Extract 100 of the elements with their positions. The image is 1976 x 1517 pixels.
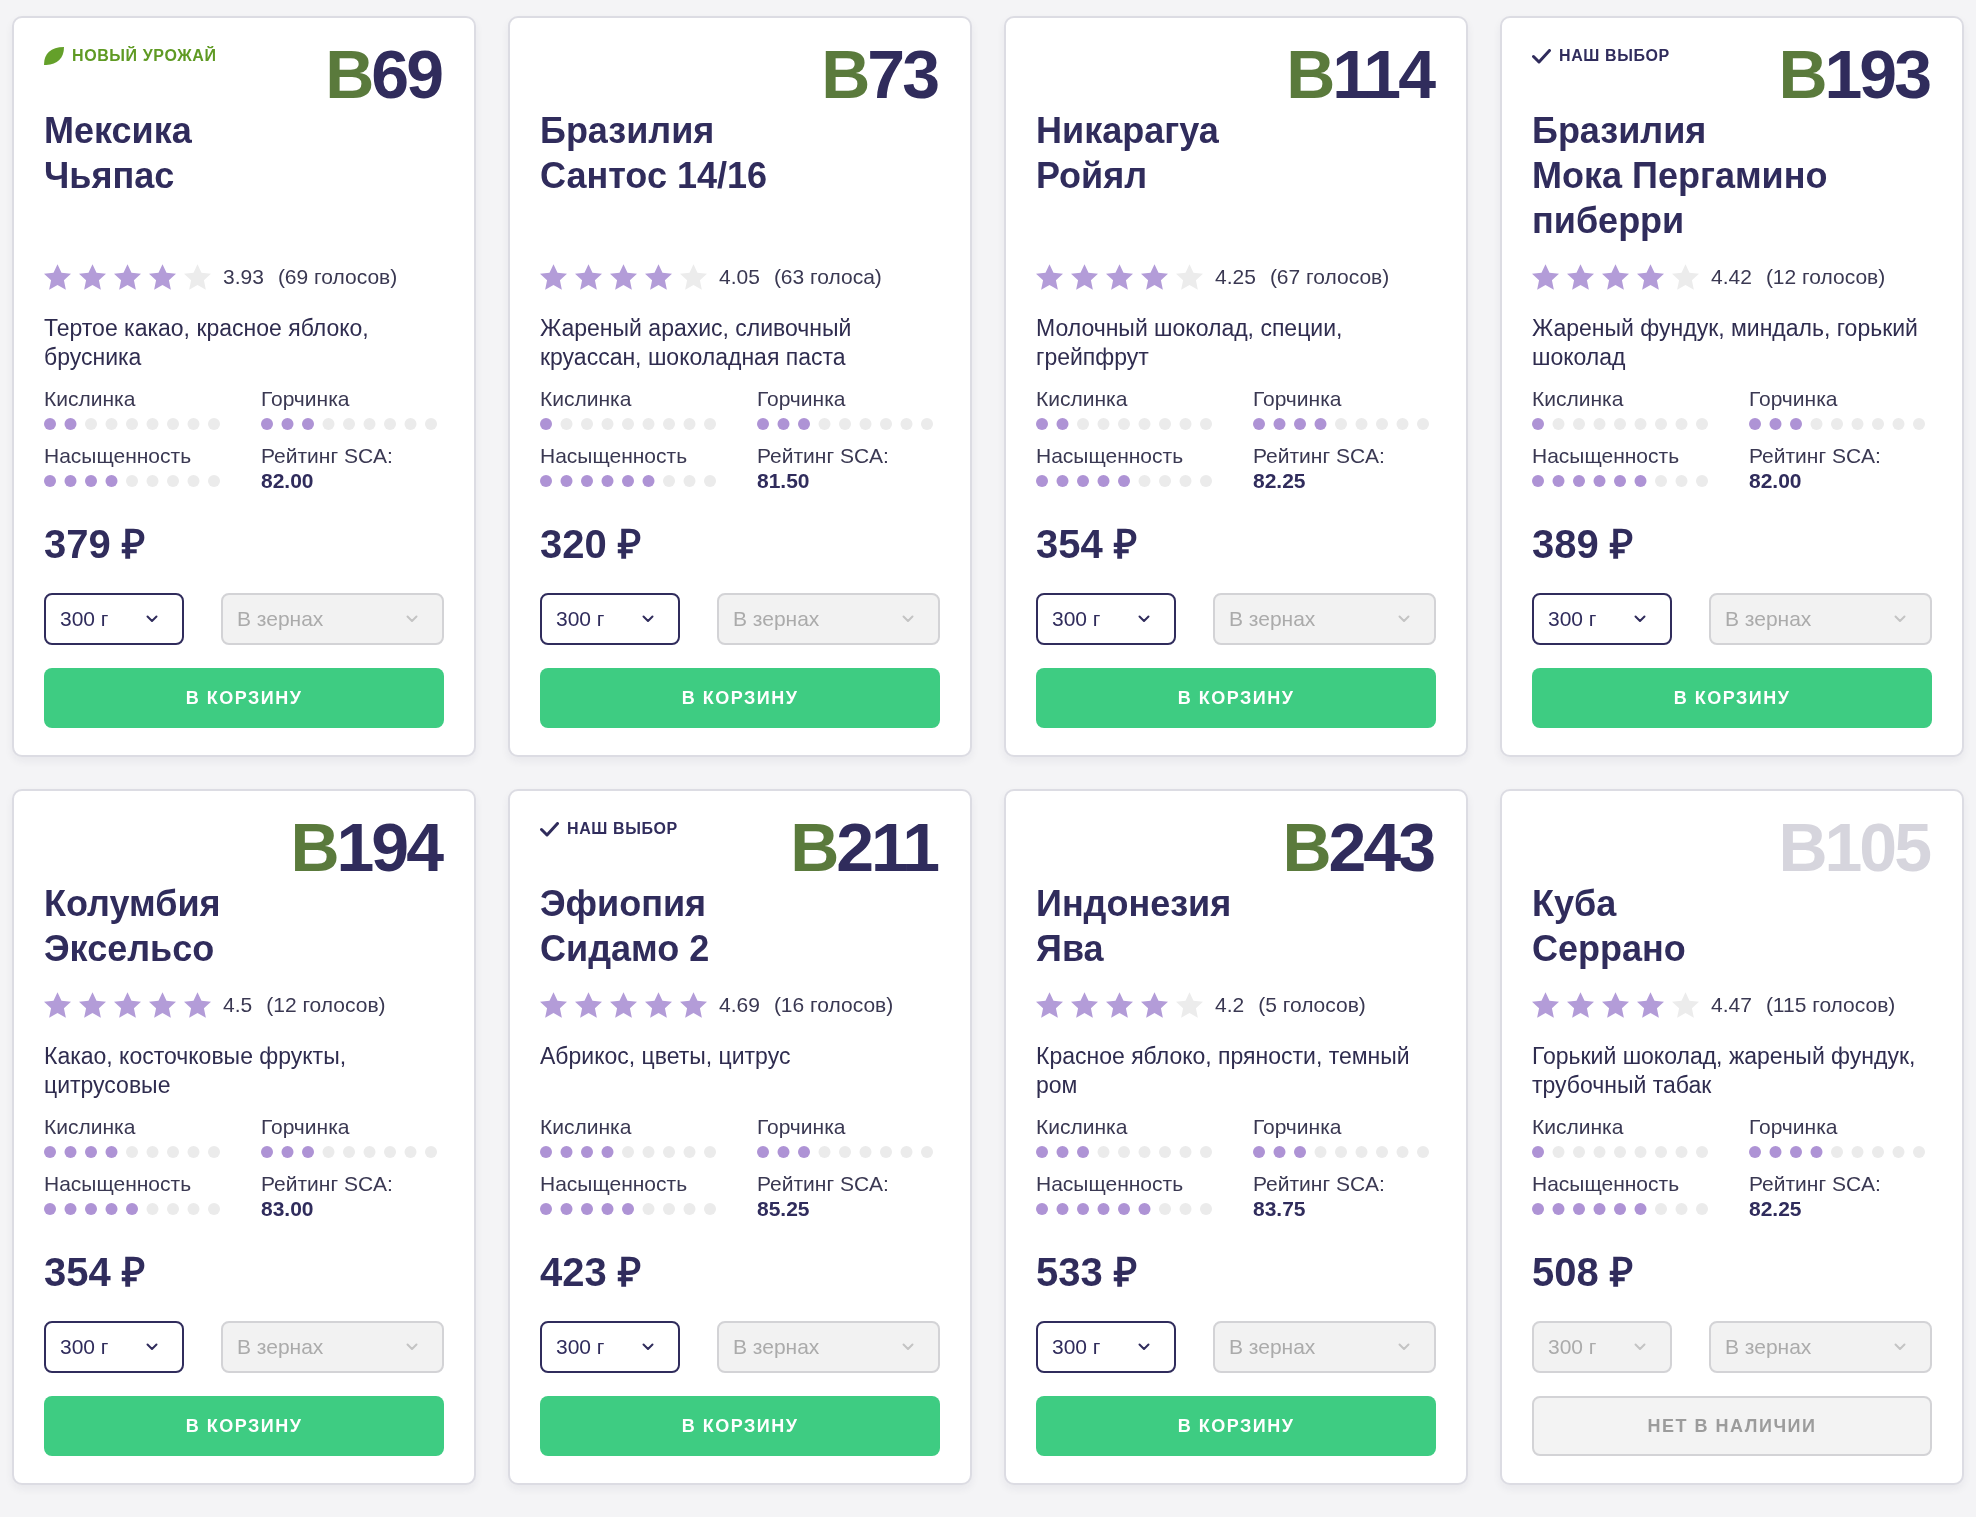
- attribute-label: Насыщенность: [44, 443, 193, 469]
- star-icon: [1532, 263, 1559, 290]
- vote-count: (12 голосов): [266, 991, 386, 1018]
- add-to-cart-button[interactable]: В КОРЗИНУ: [540, 1396, 940, 1456]
- flavor-description: Какао, косточковые фрукты, цитрусовые: [44, 1042, 348, 1100]
- star-icon: [1637, 991, 1664, 1018]
- attribute-label: Горчинка: [1749, 386, 1839, 412]
- attribute-label: Кислинка: [1036, 1114, 1129, 1140]
- flavor-description: Тертое какао, красное яблоко, брусника: [44, 314, 370, 372]
- star-icon: [79, 263, 106, 290]
- sca-score: 82.00: [1749, 469, 1803, 493]
- caret-icon: [902, 615, 914, 623]
- attribute-label: Горчинка: [1253, 1114, 1343, 1140]
- star-icon: [540, 991, 567, 1018]
- star-icon: [540, 263, 567, 290]
- leaf-icon: [44, 47, 64, 65]
- vote-count: (63 голоса): [773, 263, 882, 290]
- star-icon: [184, 991, 211, 1018]
- rating-value: 4.2: [1215, 991, 1245, 1018]
- caret-icon: [146, 615, 158, 623]
- attribute-label: Рейтинг SCA:: [1253, 443, 1386, 469]
- attribute-label: Горчинка: [1749, 1114, 1839, 1140]
- caret-icon: [642, 1343, 654, 1351]
- price: 508 ₽: [1532, 1249, 1634, 1296]
- star-icon: [149, 263, 176, 290]
- product-code: B243: [1282, 813, 1435, 881]
- star-icon: [44, 991, 71, 1018]
- flavor-description: Красное яблоко, пряности, темный ром: [1036, 1042, 1411, 1100]
- star-icon: [645, 991, 672, 1018]
- star-icon: [1602, 991, 1629, 1018]
- dropdown[interactable]: 300 г: [1036, 1321, 1176, 1373]
- dropdown[interactable]: 300 г: [540, 1321, 680, 1373]
- add-to-cart-button[interactable]: В КОРЗИНУ: [44, 1396, 444, 1456]
- rating-value: 4.05: [719, 263, 760, 290]
- star-icon: [610, 263, 637, 290]
- dropdown[interactable]: 300 г: [1532, 593, 1672, 645]
- dropdown[interactable]: 300 г: [540, 593, 680, 645]
- star-icon: [1106, 263, 1133, 290]
- dropdown[interactable]: 300 г: [44, 1321, 184, 1373]
- star-icon: [575, 991, 602, 1018]
- product-title: Никарагуа Ройял: [1036, 109, 1220, 198]
- sca-score: 81.50: [757, 469, 811, 493]
- product-title: Мексика Чьяпас: [44, 109, 193, 198]
- product-code: B211: [790, 813, 939, 881]
- star-icon: [1071, 263, 1098, 290]
- product-code: B73: [821, 40, 939, 108]
- sca-score: 83.75: [1253, 1197, 1307, 1221]
- dropdown[interactable]: 300 г: [1036, 593, 1176, 645]
- caret-icon: [1138, 1343, 1150, 1351]
- attribute-label: Кислинка: [1036, 386, 1129, 412]
- star-icon: [610, 991, 637, 1018]
- vote-count: (5 голосов): [1258, 991, 1366, 1018]
- caret-icon: [1634, 615, 1646, 623]
- price: 354 ₽: [44, 1249, 146, 1296]
- sca-score: 82.00: [261, 469, 315, 493]
- star-icon: [1036, 263, 1063, 290]
- check-icon: [1532, 48, 1551, 64]
- star-icon: [1071, 991, 1098, 1018]
- caret-icon: [1894, 615, 1906, 623]
- caret-icon: [1398, 1343, 1410, 1351]
- sca-score: 83.00: [261, 1197, 315, 1221]
- product-title: Колумбия Эксельсо: [44, 882, 222, 971]
- dropdown[interactable]: 300 г: [44, 593, 184, 645]
- attribute-label: Насыщенность: [1036, 1171, 1185, 1197]
- star-icon: [149, 991, 176, 1018]
- star-icon: [1036, 991, 1063, 1018]
- promo-label: НОВЫЙ УРОЖАЙ: [72, 46, 217, 66]
- attribute-label: Рейтинг SCA:: [757, 1171, 890, 1197]
- attribute-label: Горчинка: [757, 1114, 847, 1140]
- attribute-label: Горчинка: [261, 1114, 351, 1140]
- vote-count: (69 голосов): [277, 263, 398, 290]
- caret-icon: [1894, 1343, 1906, 1351]
- star-icon: [114, 263, 141, 290]
- add-to-cart-button[interactable]: В КОРЗИНУ: [44, 668, 444, 728]
- flavor-description: Жареный арахис, сливочный круассан, шоколадная паста: [540, 314, 853, 372]
- add-to-cart-button[interactable]: В КОРЗИНУ: [1532, 668, 1932, 728]
- flavor-description: Абрикос, цветы, цитрус: [540, 1042, 792, 1071]
- star-icon: [1637, 263, 1664, 290]
- add-to-cart-button[interactable]: В КОРЗИНУ: [540, 668, 940, 728]
- attribute-label: Кислинка: [1532, 1114, 1625, 1140]
- star-icon: [575, 263, 602, 290]
- star-icon: [1567, 991, 1594, 1018]
- add-to-cart-button[interactable]: В КОРЗИНУ: [1036, 1396, 1436, 1456]
- attribute-label: Кислинка: [44, 386, 137, 412]
- flavor-description: Молочный шоколад, специи, грейпфрут: [1036, 314, 1344, 372]
- star-icon: [645, 263, 672, 290]
- rating-value: 4.47: [1711, 991, 1752, 1018]
- star-icon: [680, 991, 707, 1018]
- vote-count: (12 голосов): [1765, 263, 1886, 290]
- product-title: Бразилия Мока Пергамино пиберри: [1532, 109, 1829, 243]
- attribute-label: Кислинка: [540, 1114, 633, 1140]
- star-icon: [1602, 263, 1629, 290]
- star-icon: [44, 263, 71, 290]
- sca-score: 85.25: [757, 1197, 811, 1221]
- product-code: B69: [325, 40, 443, 108]
- vote-count: (16 голосов): [773, 991, 894, 1018]
- price: 320 ₽: [540, 521, 642, 568]
- add-to-cart-button[interactable]: В КОРЗИНУ: [1036, 668, 1436, 728]
- attribute-label: Насыщенность: [44, 1171, 193, 1197]
- price: 379 ₽: [44, 521, 146, 568]
